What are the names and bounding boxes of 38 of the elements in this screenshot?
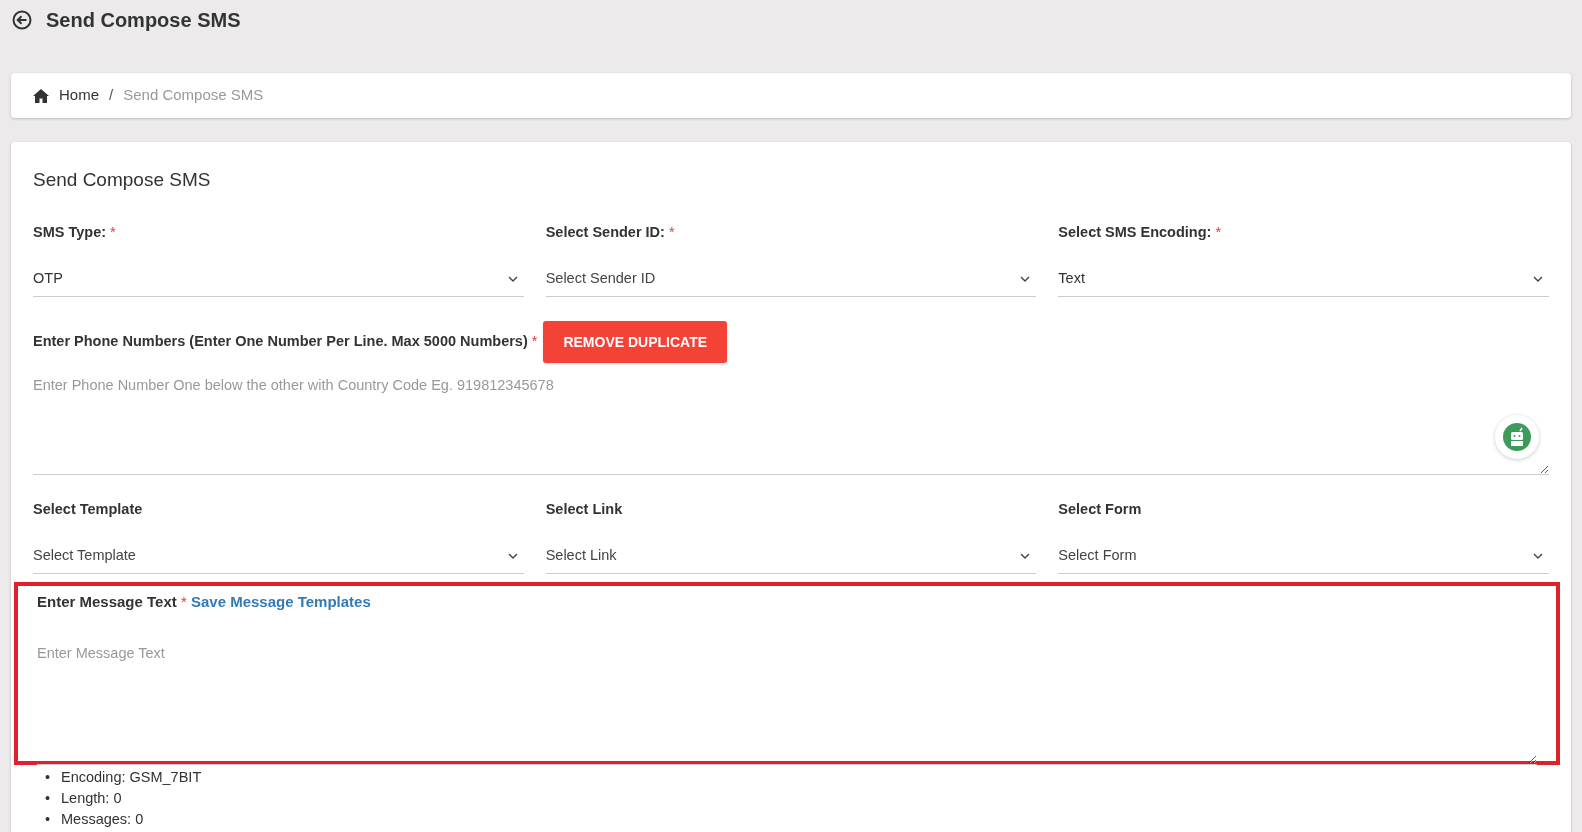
- robot-icon: [1503, 423, 1531, 451]
- breadcrumb-current: Send Compose SMS: [123, 85, 264, 106]
- field-label: Select SMS Encoding: *: [1058, 223, 1223, 242]
- message-label: Enter Message Text * Save Message Templates: [37, 592, 372, 612]
- chevron-down-icon: [1533, 552, 1543, 559]
- select-field[interactable]: Select Template: [33, 538, 524, 574]
- message-field[interactable]: Enter Message Text: [37, 635, 1537, 765]
- chevron-down-icon: [1020, 552, 1031, 559]
- chevron-down-icon: [507, 552, 518, 559]
- list-bullet: •: [45, 789, 52, 808]
- chevron-down-icon: [507, 275, 518, 282]
- breadcrumb-separator: /: [109, 85, 114, 106]
- field-label: Select Form: [1058, 500, 1143, 519]
- chevron-down-icon: [1020, 275, 1031, 282]
- list-bullet: •: [45, 810, 52, 829]
- select-field[interactable]: Select Sender ID: [545, 261, 1037, 297]
- stat-item: Length: 0: [61, 789, 122, 808]
- select-field[interactable]: OTP: [33, 261, 524, 297]
- breadcrumb-link[interactable]: Home: [59, 84, 99, 107]
- field-label: Select Sender ID: *: [545, 223, 676, 242]
- field-label: SMS Type: *: [33, 223, 117, 242]
- list-bullet: •: [45, 768, 52, 787]
- chevron-down-icon: [1533, 275, 1543, 282]
- save-templates-link[interactable]: Save Message Templates: [190, 593, 371, 610]
- select-field[interactable]: Text: [1058, 261, 1549, 297]
- home-icon: [33, 88, 49, 103]
- field-label: Select Link: [545, 500, 624, 519]
- select-field[interactable]: Select Form: [1058, 538, 1549, 574]
- stat-item: Encoding: GSM_7BIT: [61, 768, 202, 787]
- stat-item: Messages: 0: [61, 810, 144, 829]
- field-label: Select Template: [33, 500, 144, 519]
- phone-numbers-field[interactable]: Enter Phone Number One below the other with Country Code Eg. 919812345678: [33, 363, 1549, 475]
- remove-duplicate-button[interactable]: REMOVE DUPLICATE: [543, 321, 728, 363]
- card-title: Send Compose SMS: [33, 168, 212, 192]
- page-title: Send Compose SMS: [46, 8, 241, 33]
- select-field[interactable]: Select Link: [545, 538, 1037, 574]
- phone-numbers-label: Enter Phone Numbers (Enter One Number Per Line. Max 5000 Numbers) *: [33, 332, 538, 352]
- assistant-button[interactable]: [1495, 415, 1539, 459]
